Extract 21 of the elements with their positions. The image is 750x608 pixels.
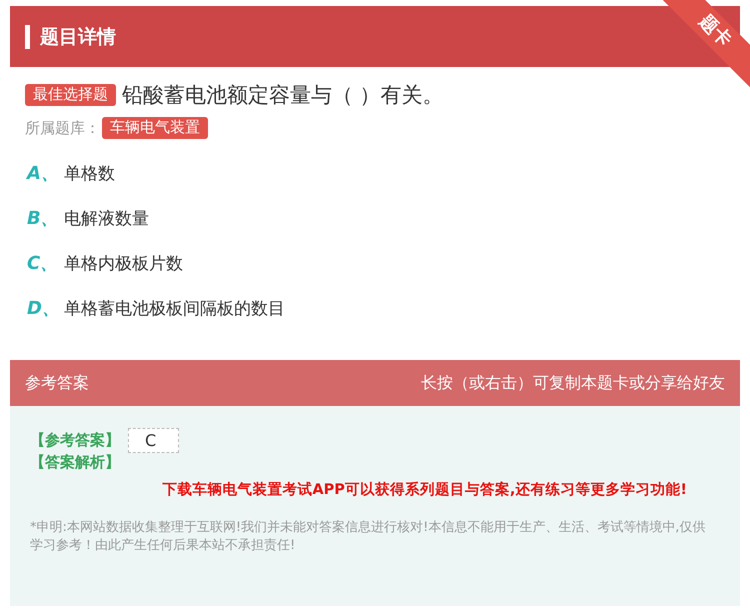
option-letter: D、	[27, 297, 61, 320]
option-letter: C、	[27, 252, 60, 275]
promo-text: 下载车辆电气装置考试APP可以获得系列题目与答案,还有练习等更多学习功能!	[162, 480, 687, 499]
header-title: 题目详情	[40, 24, 116, 50]
option-letter: B、	[27, 207, 60, 230]
option-text: 电解液数量	[64, 208, 149, 230]
option-text: 单格内极板片数	[64, 252, 183, 274]
option-letter: A、	[27, 162, 60, 185]
question-type-tag: 最佳选择题	[25, 84, 116, 106]
option-text: 单格蓄电池极板间隔板的数目	[64, 298, 285, 320]
answer-label: 【参考答案】	[30, 431, 120, 450]
answer-value: C	[128, 428, 180, 453]
option-text: 单格数	[64, 162, 115, 184]
answer-bar-hint: 长按（或右击）可复制本题卡或分享给好友	[421, 372, 725, 394]
analysis-label: 【答案解析】	[30, 453, 121, 472]
answer-bar-title: 参考答案	[25, 372, 89, 394]
accent-bar	[25, 24, 30, 48]
bank-label: 所属题库：	[25, 118, 100, 138]
question-text: 铅酸蓄电池额定容量与（ ）有关。	[122, 82, 444, 109]
bank-tag[interactable]: 车辆电气装置	[102, 117, 208, 139]
disclaimer-text: *申明:本网站数据收集整理于互联网!我们并未能对答案信息进行核对!本信息不能用于生产、生活、考试等情境中,仅供学习参考！由此产生任何后果本站不承担责任!	[30, 519, 706, 555]
